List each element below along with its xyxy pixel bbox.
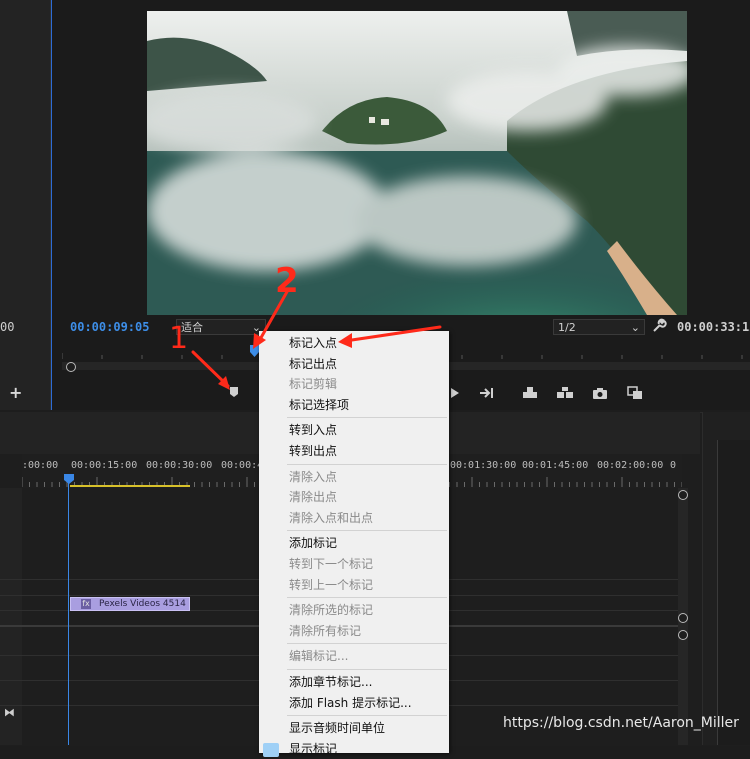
video-preview [147, 11, 687, 315]
menu-item-label: 标记入点 [289, 336, 338, 350]
resolution-value: 1/2 [558, 320, 576, 334]
clip-label: Pexels Videos 4514 [99, 599, 186, 609]
menu-item[interactable]: 显示标记 [259, 739, 449, 759]
menu-item-label: 清除所有标记 [289, 623, 362, 638]
menu-separator [287, 463, 447, 465]
scroll-handle-bottom[interactable] [678, 613, 688, 623]
menu-item: 清除出点 [259, 487, 449, 508]
menu-item: 转到下一个标记 [259, 554, 449, 575]
audio-meter [717, 440, 750, 745]
menu-item[interactable]: 转到出点 [259, 441, 449, 462]
menu-item: 清除入点 [259, 467, 449, 488]
menu-item-label: 标记出点 [289, 356, 338, 371]
aerial-landscape-image [147, 11, 687, 315]
zoom-level-value: 适合 [181, 321, 203, 334]
menu-item-label: 清除入点和出点 [289, 510, 374, 525]
menu-separator [287, 417, 447, 419]
context-menu: 标记入点标记出点标记剪辑标记选择项转到入点转到出点清除入点清除出点清除入点和出点… [259, 331, 449, 757]
menu-separator [287, 668, 447, 670]
menu-item-label: 标记选择项 [289, 397, 350, 412]
camera-icon[interactable] [591, 385, 609, 401]
menu-item[interactable]: 显示音频时间单位 [259, 718, 449, 739]
menu-separator [287, 715, 447, 717]
ruler-label: 00:00:15:00 [71, 460, 138, 471]
ruler-label: 00:02:00:00 [597, 460, 664, 471]
menu-item-label: 转到下一个标记 [289, 556, 374, 571]
ruler-label: 00:00:45:00 [221, 460, 261, 471]
menu-item-label: 编辑标记... [289, 649, 349, 664]
menu-item-label: 显示音频时间单位 [289, 721, 386, 736]
timeline-playhead[interactable] [64, 474, 74, 484]
zoom-level-select[interactable]: 适合 ⌄ [176, 319, 266, 335]
monitor-playhead[interactable] [250, 345, 259, 357]
ruler-label: 00:01:30:00 [450, 460, 517, 471]
watermark: https://blog.csdn.net/Aaron_Miller [503, 715, 739, 731]
menu-item[interactable]: 标记选择项 [259, 395, 449, 416]
menu-item-label: 添加标记 [289, 536, 338, 551]
timeline-playhead-line[interactable] [68, 482, 69, 745]
menu-item: 标记剪辑 [259, 374, 449, 395]
menu-item[interactable]: 添加标记 [259, 533, 449, 554]
menu-item[interactable]: 标记入点 [259, 333, 449, 354]
menu-item-label: 标记剪辑 [289, 377, 338, 392]
menu-item: 编辑标记... [259, 646, 449, 667]
menu-item: 清除所有标记 [259, 621, 449, 642]
ruler-label: 0 [670, 460, 677, 471]
wrench-icon[interactable] [651, 318, 667, 334]
collapse-tracks-icon[interactable]: ⧓ [4, 706, 15, 719]
compare-view-icon[interactable] [626, 385, 644, 401]
add-button[interactable]: + [9, 383, 22, 402]
menu-item[interactable]: 添加章节标记... [259, 672, 449, 693]
video-clip[interactable]: fx Pexels Videos 4514 [70, 597, 190, 611]
menu-item-label: 转到入点 [289, 423, 338, 438]
menu-item[interactable]: 添加 Flash 提示标记... [259, 693, 449, 714]
ruler-label: 00:01:45:00 [522, 460, 589, 471]
menu-separator [287, 643, 447, 645]
extract-icon[interactable] [556, 385, 574, 401]
menu-item-label: 清除入点 [289, 469, 338, 484]
menu-item: 清除所选的标记 [259, 600, 449, 621]
menu-item[interactable]: 转到入点 [259, 420, 449, 441]
menu-item[interactable]: 标记出点 [259, 354, 449, 375]
menu-item-label: 清除出点 [289, 490, 338, 505]
menu-item-label: 转到出点 [289, 443, 338, 458]
menu-item: 清除入点和出点 [259, 508, 449, 529]
current-timecode[interactable]: 00:00:09:05 [70, 320, 149, 334]
total-duration-timecode: 00:00:33:12 [677, 320, 750, 334]
project-panel-edge [0, 0, 51, 410]
menu-item: 转到上一个标记 [259, 575, 449, 596]
ruler-label: 00:00:30:00 [146, 460, 213, 471]
menu-separator [287, 597, 447, 599]
fx-badge-icon: fx [81, 599, 91, 609]
menu-item-label: 添加章节标记... [289, 674, 373, 689]
left-panel-timecode: 00 [0, 320, 15, 334]
chevron-down-icon: ⌄ [630, 320, 640, 334]
menu-item-label: 显示标记 [289, 741, 338, 756]
go-to-out-icon[interactable] [478, 385, 496, 401]
menu-item-label: 转到上一个标记 [289, 577, 374, 592]
scroll-handle-audio[interactable] [678, 630, 688, 640]
menu-item-label: 清除所选的标记 [289, 603, 374, 618]
menu-separator [287, 530, 447, 532]
menu-item-label: 添加 Flash 提示标记... [289, 695, 412, 710]
add-marker-icon[interactable] [227, 385, 241, 399]
ruler-label: :00:00 [22, 460, 59, 471]
scroll-handle-top[interactable] [678, 490, 688, 500]
playback-resolution-select[interactable]: 1/2 ⌄ [553, 319, 645, 335]
lift-icon[interactable] [521, 385, 539, 401]
zoom-scroll-handle[interactable] [66, 362, 76, 372]
work-area-bar[interactable] [70, 485, 190, 487]
